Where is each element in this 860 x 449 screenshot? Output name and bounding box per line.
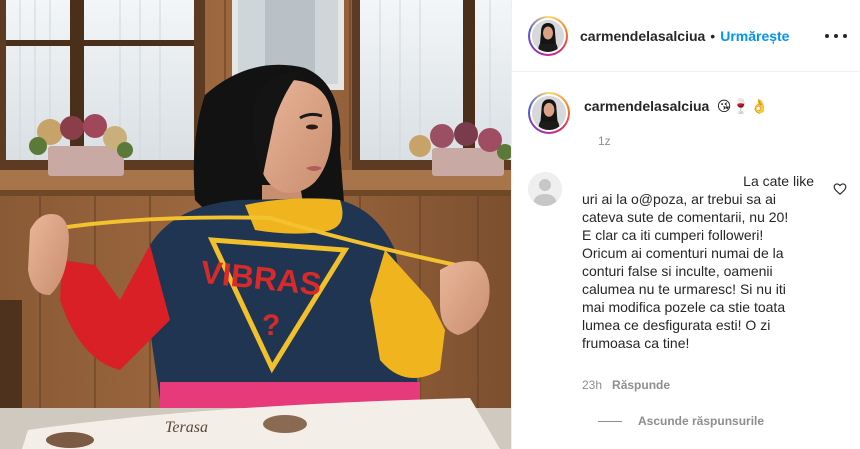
follow-button[interactable]: Urmărește: [720, 28, 789, 44]
like-heart-icon[interactable]: [833, 182, 847, 196]
author-avatar[interactable]: [528, 15, 568, 56]
post-caption: carmendelasalciua 😘🍷👌 1z: [528, 92, 848, 148]
avatar-photo-icon: [532, 96, 566, 130]
sweatshirt-mark: ?: [262, 309, 280, 342]
replies-divider-line: [598, 420, 622, 422]
default-avatar-icon: [528, 172, 562, 206]
caption-text: 😘🍷👌: [716, 98, 770, 114]
hide-replies-button[interactable]: Ascunde răspunsurile: [598, 414, 764, 428]
reply-button[interactable]: Răspunde: [612, 378, 670, 392]
avatar-photo-icon: [532, 19, 564, 52]
caption-username[interactable]: carmendelasalciua: [584, 98, 709, 114]
comment-line: La cate like: [743, 173, 814, 189]
comment-line: calumea nu te urmaresc! Si nu iti: [582, 281, 786, 297]
comment-timestamp[interactable]: 23h: [582, 378, 602, 392]
table-sign-text: Terasa: [165, 419, 208, 436]
comment-line: mai modifica pozele ca stie toata: [582, 299, 786, 315]
commenter-avatar[interactable]: [528, 172, 562, 206]
comment-line: cateva sute de comentarii, nu 20!: [582, 209, 789, 225]
caption-avatar[interactable]: [528, 92, 570, 134]
comment-meta: 23h Răspunde: [582, 378, 670, 392]
comment-text: La cate like uri ai la o@poza, ar trebui…: [582, 172, 822, 352]
comment-line: uri ai la o@poza, ar trebui sa ai: [582, 191, 776, 207]
comment-line: frumoasa ca tine!: [582, 335, 690, 351]
more-options-icon[interactable]: [825, 27, 847, 45]
separator-dot: •: [710, 27, 716, 44]
author-username[interactable]: carmendelasalciua: [580, 28, 705, 44]
post-photo[interactable]: VIBRAS ? Terasa: [0, 0, 511, 449]
comment-line: E clar ca iti cumperi followeri!: [582, 227, 764, 243]
comment-line: conturi false si inculte, oamenii: [582, 263, 773, 279]
caption-timestamp[interactable]: 1z: [598, 134, 611, 148]
hide-replies-label: Ascunde răspunsurile: [638, 414, 765, 428]
post-image: VIBRAS ? Terasa: [0, 0, 511, 449]
post-header: carmendelasalciua • Urmărește: [512, 0, 860, 72]
post-side-panel: carmendelasalciua • Urmărește carmendela…: [511, 0, 860, 449]
comment-line: Oricum ai comenturi numai de la: [582, 245, 784, 261]
comment-line: lumea ce desfigurata esti! O zi: [582, 317, 771, 333]
